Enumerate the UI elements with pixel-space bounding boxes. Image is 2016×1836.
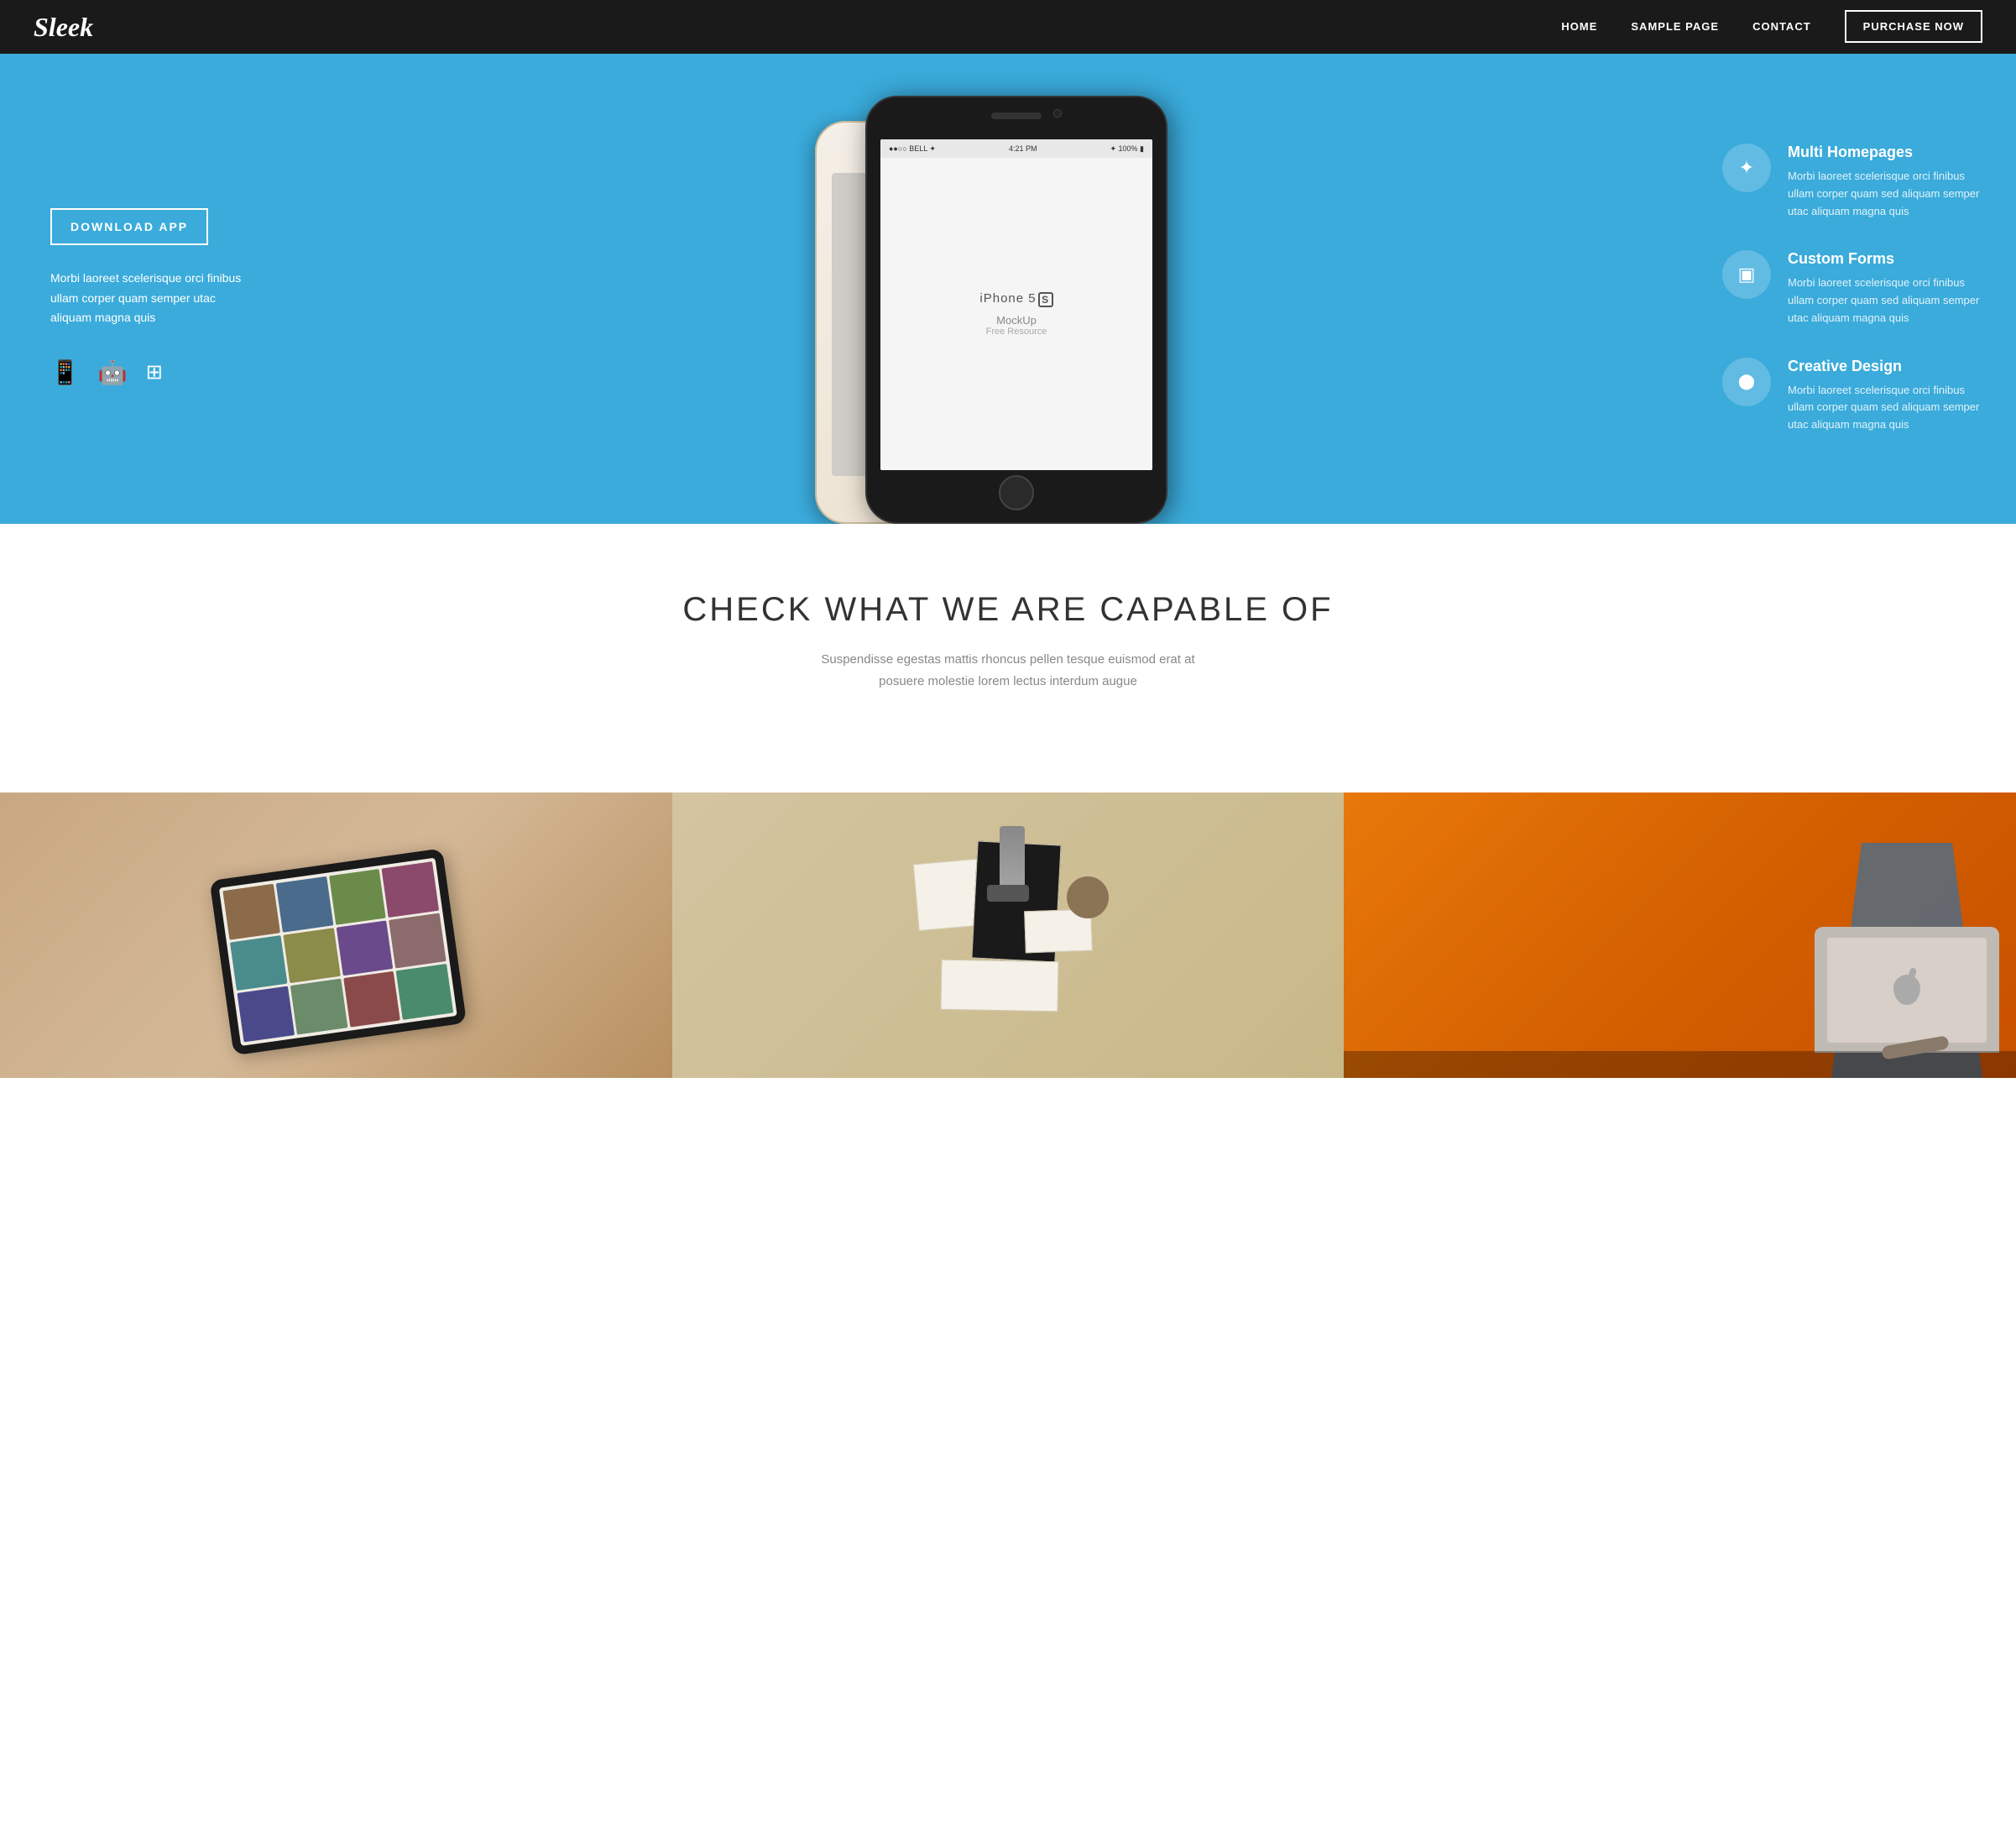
- feature-creative-design-title: Creative Design: [1788, 358, 1982, 375]
- windows-icon: ⊞: [146, 360, 163, 384]
- feature-custom-forms-text: Custom Forms Morbi laoreet scelerisque o…: [1788, 250, 1982, 327]
- logo: Sleek: [34, 12, 93, 43]
- feature-custom-forms-title: Custom Forms: [1788, 250, 1982, 268]
- free-resource-label: Free Resource: [979, 327, 1052, 337]
- feature-custom-forms: ▣ Custom Forms Morbi laoreet scelerisque…: [1722, 250, 1982, 327]
- phone-mockup-container: ●●○○ BELL ✦ 4:21 PM ✦ 100% ▮ iPhone 5S M…: [815, 87, 1167, 524]
- stamp: [1067, 876, 1109, 918]
- status-carrier-left: ●●○○ BELL ✦: [889, 144, 936, 154]
- tablet-thumb-2: [276, 876, 333, 933]
- wand-icon: ✦: [1739, 157, 1754, 179]
- phone-mockup-area: ●●○○ BELL ✦ 4:21 PM ✦ 100% ▮ iPhone 5S M…: [285, 54, 1697, 524]
- status-battery: ✦ 100% ▮: [1110, 144, 1144, 154]
- phone-speaker: [991, 112, 1042, 119]
- phone-status-bar: ●●○○ BELL ✦ 4:21 PM ✦ 100% ▮: [880, 139, 1152, 158]
- tablet-thumb-9: [238, 986, 295, 1043]
- stamp-head: [987, 885, 1029, 902]
- stationery-card-4: [940, 960, 1058, 1012]
- nav-link-contact[interactable]: CONTACT: [1752, 20, 1811, 33]
- tablet-icon: ▣: [1738, 264, 1756, 285]
- nav-item-home[interactable]: HOME: [1561, 19, 1597, 34]
- tablet-thumb-8: [389, 913, 447, 969]
- download-app-button[interactable]: DOWNLOAD APP: [50, 208, 208, 245]
- feature-multi-homepages-desc: Morbi laoreet scelerisque orci finibus u…: [1788, 168, 1982, 220]
- cards-row: [0, 792, 2016, 1078]
- feature-custom-forms-desc: Morbi laoreet scelerisque orci finibus u…: [1788, 275, 1982, 327]
- platform-icons: 📱 🤖 ⊞: [50, 358, 252, 386]
- desk-surface: [1344, 1051, 2016, 1078]
- hero-left-panel: DOWNLOAD APP Morbi laoreet scelerisque o…: [0, 54, 285, 524]
- tablet-frame: [210, 848, 467, 1055]
- card-tablet: [0, 792, 672, 1078]
- feature-icon-toggle: ⬤: [1722, 358, 1771, 406]
- tablet-thumb-4: [382, 861, 439, 918]
- laptop-screen-area: [1827, 938, 1987, 1043]
- stationery-items: [890, 826, 1126, 1044]
- nav-link-home[interactable]: HOME: [1561, 20, 1597, 33]
- capabilities-section: CHECK WHAT WE ARE CAPABLE OF Suspendisse…: [0, 524, 2016, 742]
- card-stationery: [672, 792, 1345, 1078]
- feature-multi-homepages: ✦ Multi Homepages Morbi laoreet sceleris…: [1722, 144, 1982, 220]
- capabilities-subtext-line2: posuere molestie lorem lectus interdum a…: [879, 674, 1137, 688]
- phone-front: ●●○○ BELL ✦ 4:21 PM ✦ 100% ▮ iPhone 5S M…: [865, 96, 1167, 524]
- phone-camera: [1053, 109, 1062, 118]
- status-time: 4:21 PM: [1009, 144, 1037, 153]
- feature-icon-tablet: ▣: [1722, 250, 1771, 299]
- iphone-label: iPhone 5S: [979, 291, 1052, 306]
- capabilities-heading: CHECK WHAT WE ARE CAPABLE OF: [34, 591, 1982, 629]
- nav-item-purchase[interactable]: PURCHASE NOW: [1845, 19, 1982, 34]
- tablet-thumb-12: [396, 964, 453, 1020]
- capabilities-subtext-line1: Suspendisse egestas mattis rhoncus pelle…: [821, 652, 1194, 667]
- tablet-thumb-11: [343, 971, 400, 1028]
- card-workspace: [1344, 792, 2016, 1078]
- tablet-thumb-7: [337, 920, 394, 976]
- iphone-s-badge: S: [1038, 292, 1053, 307]
- navigation: Sleek HOME SAMPLE PAGE CONTACT PURCHASE …: [0, 0, 2016, 54]
- tablet-thumb-3: [329, 869, 386, 925]
- feature-multi-homepages-text: Multi Homepages Morbi laoreet scelerisqu…: [1788, 144, 1982, 220]
- nav-link-sample[interactable]: SAMPLE PAGE: [1631, 20, 1719, 33]
- hero-section: DOWNLOAD APP Morbi laoreet scelerisque o…: [0, 54, 2016, 524]
- nav-item-sample[interactable]: SAMPLE PAGE: [1631, 19, 1719, 34]
- toggle-icon: ⬤: [1738, 373, 1755, 390]
- phone-screen: ●●○○ BELL ✦ 4:21 PM ✦ 100% ▮ iPhone 5S M…: [880, 139, 1152, 470]
- tablet-thumb-5: [230, 935, 287, 991]
- mockup-label: MockUp: [979, 314, 1052, 327]
- laptop-base: [1815, 927, 1999, 1053]
- feature-icon-wand: ✦: [1722, 144, 1771, 192]
- tablet-thumb-1: [223, 884, 280, 940]
- hero-description: Morbi laoreet scelerisque orci finibus u…: [50, 269, 252, 328]
- nav-item-contact[interactable]: CONTACT: [1752, 19, 1811, 34]
- purchase-now-button[interactable]: PURCHASE NOW: [1845, 10, 1982, 43]
- apple-stem: [1909, 967, 1917, 977]
- phone-home-button: [999, 475, 1034, 510]
- phone-screen-content: iPhone 5S MockUp Free Resource: [880, 158, 1152, 470]
- feature-multi-homepages-title: Multi Homepages: [1788, 144, 1982, 161]
- hero-right-panel: ✦ Multi Homepages Morbi laoreet sceleris…: [1697, 54, 2016, 524]
- feature-creative-design: ⬤ Creative Design Morbi laoreet sceleris…: [1722, 358, 1982, 434]
- tablet-thumb-6: [283, 928, 340, 984]
- nav-links: HOME SAMPLE PAGE CONTACT PURCHASE NOW: [1561, 19, 1982, 34]
- tablet-thumb-10: [290, 979, 347, 1035]
- apple-logo-icon: [1893, 975, 1920, 1005]
- android-icon: 🤖: [98, 358, 128, 386]
- ios-icon: 📱: [50, 358, 80, 386]
- capabilities-subtext: Suspendisse egestas mattis rhoncus pelle…: [34, 649, 1982, 692]
- feature-creative-design-text: Creative Design Morbi laoreet scelerisqu…: [1788, 358, 1982, 434]
- feature-creative-design-desc: Morbi laoreet scelerisque orci finibus u…: [1788, 382, 1982, 434]
